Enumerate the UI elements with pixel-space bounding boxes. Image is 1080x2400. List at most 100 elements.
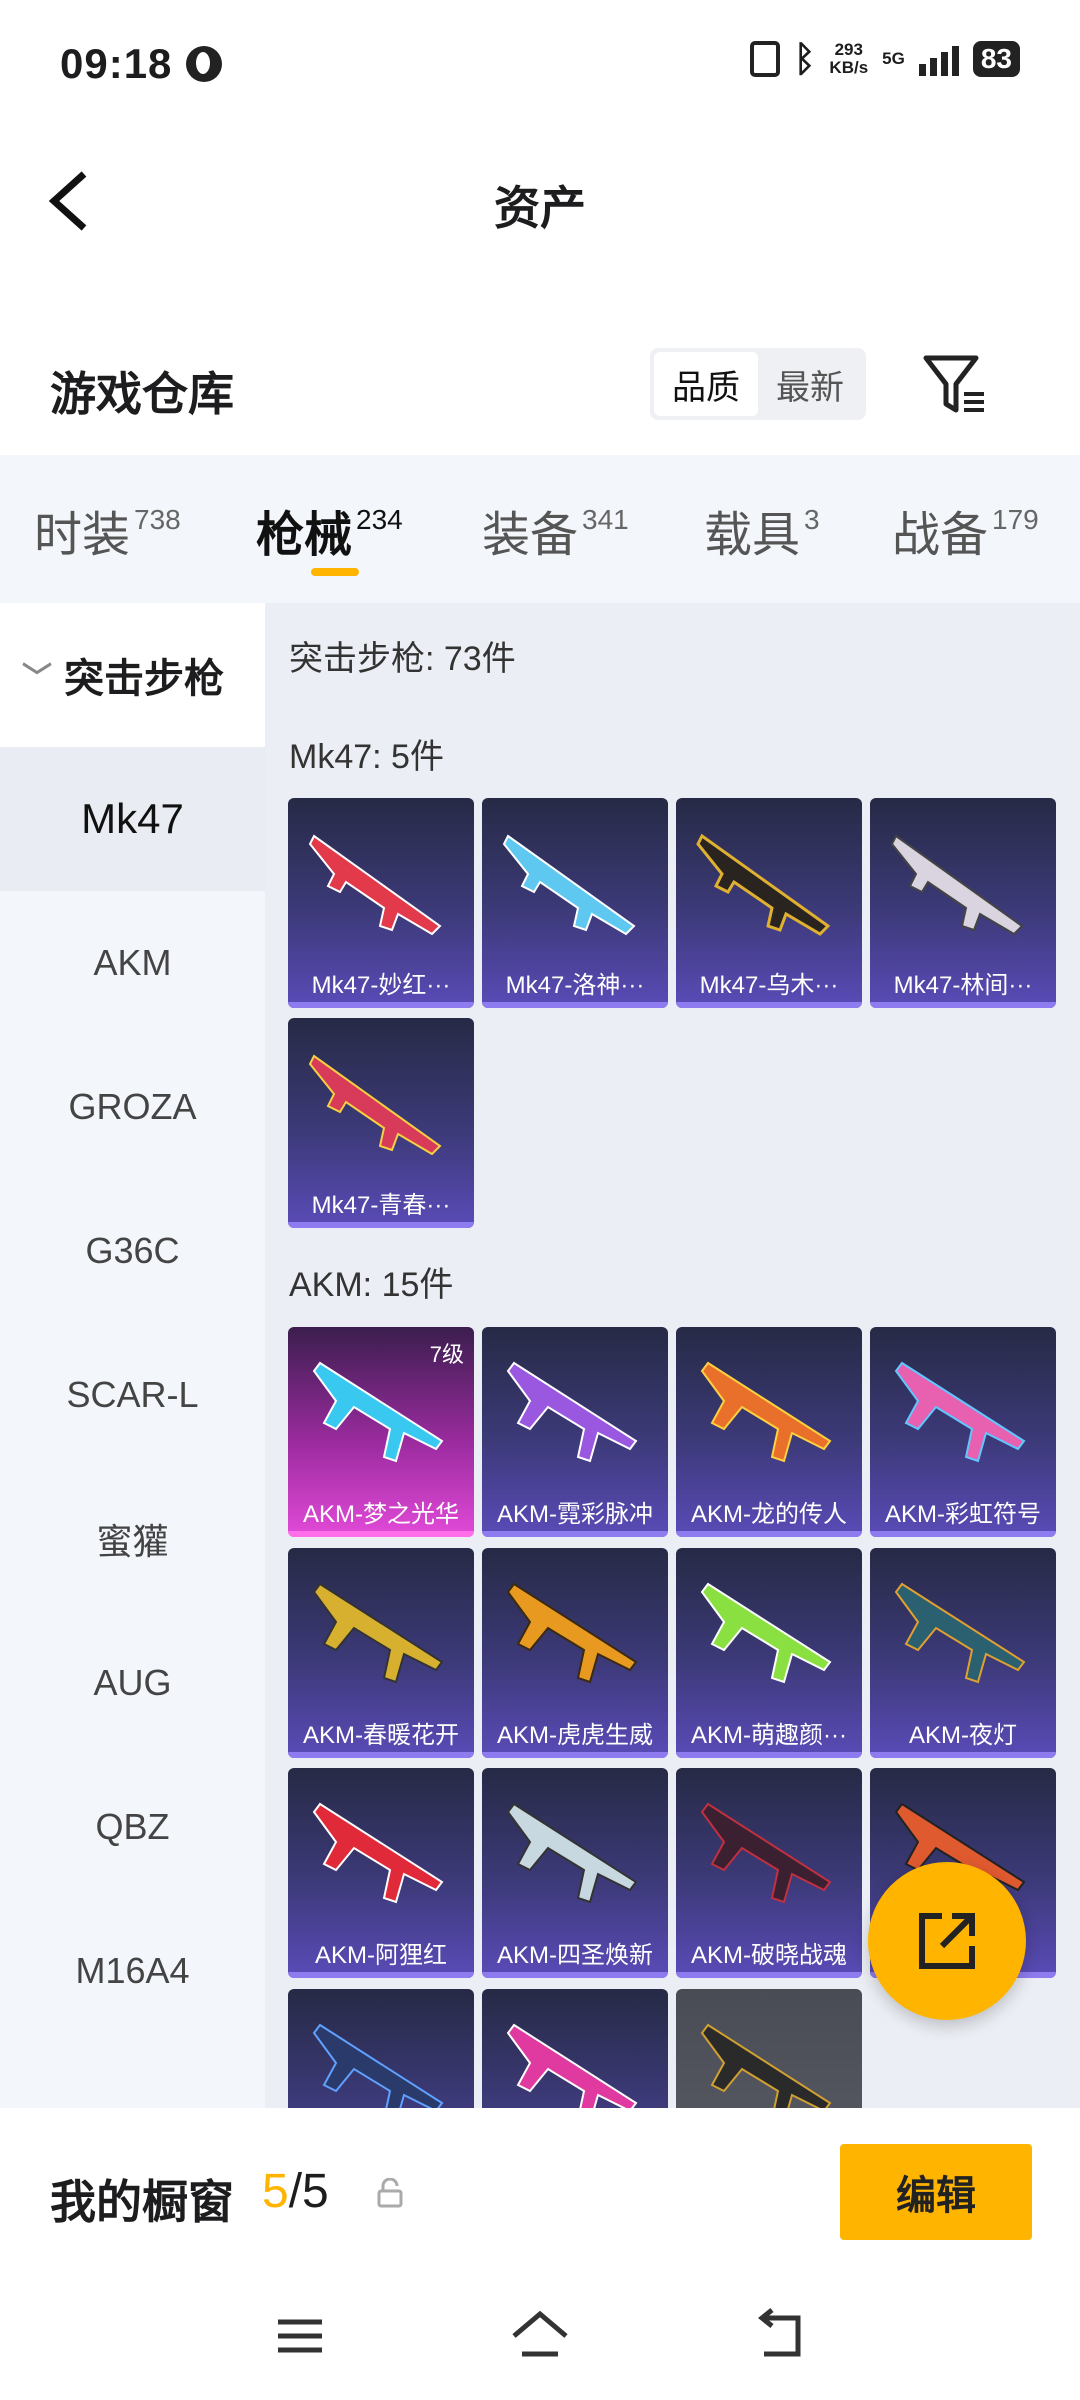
- weapon-name: Mk47-林间···: [893, 972, 1033, 999]
- tab-vehicles[interactable]: 载具 3: [704, 495, 820, 565]
- weapon-card[interactable]: AKM-龙的传人: [676, 1327, 862, 1537]
- tab-count: 179: [992, 504, 1039, 535]
- weapon-card[interactable]: Mk47-乌木···: [676, 798, 862, 1008]
- weapon-card[interactable]: AKM-阿狸红: [288, 1768, 474, 1978]
- rifle-icon: [308, 1054, 442, 1156]
- net-speed-unit: KB/s: [829, 58, 869, 77]
- system-nav-bar: [0, 2278, 1080, 2400]
- weapon-name: AKM-夜灯: [909, 1722, 1017, 1749]
- sidebar-item-mk47[interactable]: Mk47: [0, 747, 265, 891]
- tab-count: 341: [582, 504, 629, 535]
- weapon-card[interactable]: AKM-春暖花开: [288, 1548, 474, 1758]
- rarity-strip: [676, 1531, 862, 1537]
- app-header: 资产: [0, 128, 1080, 268]
- weapon-name: AKM-虎虎生威: [497, 1722, 653, 1749]
- weapon-name: Mk47-洛神···: [505, 972, 645, 999]
- category-tabs: 时装 738 枪械 234 装备 341 载具 3 战备 179: [0, 455, 1080, 603]
- rifle-icon: [894, 1361, 1026, 1463]
- weapon-card[interactable]: [288, 1989, 474, 2108]
- rifle-icon: [890, 834, 1024, 936]
- group-title-mk47: Mk47: 5件: [289, 738, 444, 776]
- globe-icon: [186, 46, 223, 82]
- rifle-icon: [506, 1582, 638, 1684]
- sidebar-category-label: 突击步枪: [64, 657, 224, 701]
- sidebar-item-scar-l[interactable]: SCAR-L: [0, 1323, 265, 1467]
- tab-count: 3: [804, 504, 820, 535]
- back-icon[interactable]: [750, 2306, 810, 2366]
- rarity-strip: [676, 1002, 862, 1008]
- weapon-card[interactable]: AKM-破晓战魂: [676, 1768, 862, 1978]
- weapon-card[interactable]: Mk47-洛神···: [482, 798, 668, 1008]
- group-title-akm: AKM: 15件: [289, 1266, 454, 1304]
- weapon-card[interactable]: AKM-霓彩脉冲: [482, 1327, 668, 1537]
- signal-icon: [918, 42, 959, 76]
- tab-label: 战备: [892, 509, 989, 562]
- rifle-icon: [696, 833, 831, 936]
- weapon-name: Mk47-妙红···: [311, 972, 451, 999]
- weapon-name: AKM-梦之光华: [303, 1501, 459, 1528]
- rarity-strip: [288, 1531, 474, 1537]
- rarity-strip: [870, 1002, 1056, 1008]
- tab-equipment[interactable]: 装备 341: [482, 495, 629, 565]
- weapon-card[interactable]: Mk47-妙红···: [288, 798, 474, 1008]
- battery-icon: 83: [972, 41, 1020, 77]
- weapon-card[interactable]: AKM-虎虎生威: [482, 1548, 668, 1758]
- tab-fashion[interactable]: 时装 738: [34, 495, 181, 565]
- rifle-icon: [700, 1361, 832, 1463]
- weapon-card[interactable]: AKM-萌趣颜···: [676, 1548, 862, 1758]
- edit-button[interactable]: 编辑: [840, 2144, 1032, 2240]
- weapon-card[interactable]: 7级 AKM-梦之光华: [288, 1327, 474, 1537]
- rarity-strip: [288, 1972, 474, 1978]
- sidebar-item-honey-badger[interactable]: 蜜獾: [0, 1467, 265, 1611]
- sort-quality-button[interactable]: 品质: [654, 352, 758, 416]
- tab-weapons[interactable]: 枪械 234: [256, 495, 403, 565]
- weapon-card[interactable]: AKM-彩虹符号: [870, 1327, 1056, 1537]
- showcase-total: 5: [302, 2165, 329, 2218]
- rarity-strip: [482, 1752, 668, 1758]
- weapon-card[interactable]: [676, 1989, 862, 2108]
- menu-icon[interactable]: [270, 2306, 330, 2366]
- rifle-icon: [894, 1582, 1026, 1684]
- rifle-icon: [312, 1582, 444, 1684]
- showcase-label: 我的橱窗: [50, 2176, 234, 2228]
- rifle-icon: [312, 2023, 444, 2108]
- vibrate-icon: [749, 41, 780, 77]
- tab-gear[interactable]: 战备 179: [892, 495, 1039, 565]
- status-icons: ᛒ 293 KB/s 5G 83: [749, 38, 1020, 80]
- rifle-icon: [700, 1582, 832, 1684]
- sidebar-item-m16a4[interactable]: M16A4: [0, 1899, 265, 2043]
- weapon-card[interactable]: Mk47-林间···: [870, 798, 1056, 1008]
- weapon-card[interactable]: Mk47-青春···: [288, 1018, 474, 1228]
- sidebar-item-akm[interactable]: AKM: [0, 891, 265, 1035]
- home-icon[interactable]: [510, 2306, 570, 2366]
- tab-count: 234: [356, 504, 403, 535]
- rarity-strip: [676, 1972, 862, 1978]
- share-button[interactable]: [868, 1862, 1026, 2020]
- sidebar-item-qbz[interactable]: QBZ: [0, 1755, 265, 1899]
- rifle-icon: [506, 1361, 638, 1463]
- weapon-card[interactable]: AKM-四圣焕新: [482, 1768, 668, 1978]
- weapon-name: AKM-彩虹符号: [885, 1501, 1041, 1528]
- rarity-strip: [870, 1531, 1056, 1537]
- chevron-down-icon: ﹀: [22, 662, 52, 695]
- page-title: 资产: [494, 182, 586, 234]
- weapon-name: Mk47-乌木···: [699, 972, 839, 999]
- sort-toggle: 品质 最新: [650, 348, 866, 420]
- sidebar-category-header[interactable]: ﹀ 突击步枪: [0, 603, 265, 747]
- tab-label: 载具: [704, 509, 801, 562]
- lock-icon: [377, 2178, 403, 2208]
- sidebar-item-groza[interactable]: GROZA: [0, 1035, 265, 1179]
- weapon-card[interactable]: AKM-夜灯: [870, 1548, 1056, 1758]
- sidebar-item-g36c[interactable]: G36C: [0, 1179, 265, 1323]
- rarity-strip: [288, 1752, 474, 1758]
- sort-newest-button[interactable]: 最新: [758, 352, 862, 416]
- active-tab-indicator: [311, 568, 359, 576]
- sidebar-item-aug[interactable]: AUG: [0, 1611, 265, 1755]
- filter-icon[interactable]: [922, 352, 988, 418]
- weapon-card[interactable]: [482, 1989, 668, 2108]
- rifle-icon: [700, 2023, 832, 2108]
- rifle-icon: [308, 834, 442, 936]
- weapon-type-sidebar: ﹀ 突击步枪 Mk47 AKM GROZA G36C SCAR-L 蜜獾 AUG…: [0, 603, 265, 2108]
- status-time: 09:18: [60, 40, 173, 87]
- rarity-strip: [288, 1222, 474, 1228]
